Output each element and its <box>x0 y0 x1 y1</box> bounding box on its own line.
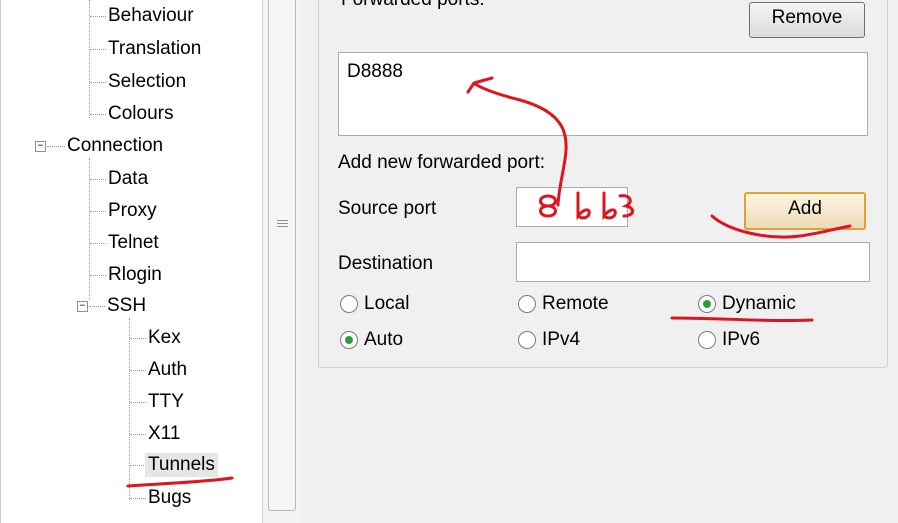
tree-item-auth[interactable]: Auth <box>1 358 261 382</box>
grip-icon <box>277 220 288 229</box>
tunnels-panel: Forwarded ports: Remove D8888 Add new fo… <box>300 0 898 523</box>
tree-connector <box>47 146 65 147</box>
tree-item-label: Colours <box>108 103 174 124</box>
tree-item-label: Tunnels <box>145 453 218 477</box>
add-new-label: Add new forwarded port: <box>338 152 546 173</box>
tree-item-x11[interactable]: X11 <box>1 422 261 446</box>
radio-button-icon <box>518 295 536 313</box>
tree-item-telnet[interactable]: Telnet <box>1 231 261 255</box>
tree-item-tunnels[interactable]: Tunnels <box>1 453 261 477</box>
forwarded-ports-label: Forwarded ports: <box>341 0 485 11</box>
radio-label: Dynamic <box>722 293 796 314</box>
scrollbar-thumb[interactable] <box>268 0 296 511</box>
tree-connector <box>90 49 106 50</box>
radio-button-icon <box>518 331 536 349</box>
tree-item-rlogin[interactable]: Rlogin <box>1 263 261 287</box>
radio-label: Remote <box>542 293 609 314</box>
source-port-input[interactable] <box>516 187 628 227</box>
tree-connector <box>130 338 146 339</box>
tree-connector <box>90 243 106 244</box>
tree-item-data[interactable]: Data <box>1 167 261 191</box>
radio-button-checked-icon <box>698 295 716 313</box>
radio-label: IPv6 <box>722 329 761 350</box>
tree-item-colours[interactable]: Colours <box>1 102 261 126</box>
tree-item-connection[interactable]: − Connection <box>1 134 261 158</box>
forwarded-ports-list[interactable]: D8888 <box>338 52 868 136</box>
remove-button[interactable]: Remove <box>749 2 865 38</box>
tree-scrollbar[interactable] <box>262 0 301 523</box>
radio-button-checked-icon <box>340 331 358 349</box>
tree-item-label: Telnet <box>108 232 159 253</box>
tree-item-label: Connection <box>67 135 164 156</box>
tree-connector <box>130 434 146 435</box>
radio-label: Auto <box>364 329 404 350</box>
radio-button-icon <box>698 331 716 349</box>
radio-button-icon <box>340 295 358 313</box>
radio-local[interactable]: Local <box>340 292 460 316</box>
tree-connector <box>90 114 106 115</box>
radio-auto[interactable]: Auto <box>340 328 460 352</box>
tree-connector <box>90 275 106 276</box>
tree-item-label: Data <box>108 168 149 189</box>
remove-button-label: Remove <box>771 7 843 28</box>
tree-connector <box>90 16 106 17</box>
tree-item-label: Behaviour <box>108 5 194 26</box>
radio-ipv4[interactable]: IPv4 <box>518 328 638 352</box>
destination-label: Destination <box>338 253 434 274</box>
radio-ipv6[interactable]: IPv6 <box>698 328 818 352</box>
tree-item-label: Translation <box>108 38 202 59</box>
tree-connector <box>130 498 146 499</box>
tree-connector <box>130 465 146 466</box>
tree-item-translation[interactable]: Translation <box>1 37 261 61</box>
tree-item-behaviour[interactable]: Behaviour <box>1 4 261 28</box>
tree-item-proxy[interactable]: Proxy <box>1 199 261 223</box>
category-tree[interactable]: Behaviour Translation Selection Colours … <box>0 0 263 523</box>
tree-item-ssh[interactable]: − SSH <box>1 294 261 318</box>
tree-connector <box>90 179 106 180</box>
collapse-icon[interactable]: − <box>77 301 88 312</box>
radio-label: Local <box>364 293 410 314</box>
tree-item-label: Proxy <box>108 200 157 221</box>
tree-item-label: X11 <box>148 423 181 444</box>
tree-connector <box>90 211 106 212</box>
tree-connector <box>90 82 106 83</box>
forwarded-port-entry[interactable]: D8888 <box>347 61 403 83</box>
radio-remote[interactable]: Remote <box>518 292 648 316</box>
tree-item-label: Bugs <box>148 487 192 508</box>
radio-label: IPv4 <box>542 329 581 350</box>
tree-connector <box>89 306 105 307</box>
collapse-icon[interactable]: − <box>35 141 46 152</box>
tree-item-bugs[interactable]: Bugs <box>1 486 261 510</box>
tree-item-label: TTY <box>148 391 184 412</box>
tree-connector <box>130 370 146 371</box>
tree-item-kex[interactable]: Kex <box>1 326 261 350</box>
tree-item-selection[interactable]: Selection <box>1 70 261 94</box>
tree-item-label: Selection <box>108 71 187 92</box>
add-button-label: Add <box>788 198 822 219</box>
tree-item-label: SSH <box>107 295 147 316</box>
tree-item-label: Auth <box>148 359 188 380</box>
radio-dynamic[interactable]: Dynamic <box>698 292 828 316</box>
add-button[interactable]: Add <box>744 192 866 230</box>
destination-input[interactable] <box>516 242 870 282</box>
tree-item-label: Rlogin <box>108 264 162 285</box>
source-port-label: Source port <box>338 198 437 219</box>
tree-connector <box>130 402 146 403</box>
tree-item-label: Kex <box>148 327 181 348</box>
tree-item-tty[interactable]: TTY <box>1 390 261 414</box>
